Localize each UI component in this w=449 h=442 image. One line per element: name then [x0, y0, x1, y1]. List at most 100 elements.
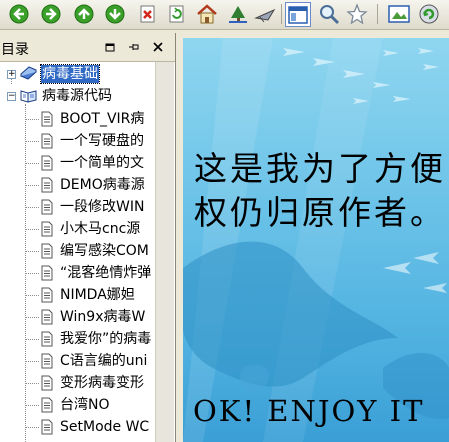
tree-item-child[interactable]: 编写感染COM [0, 240, 155, 262]
document-icon [41, 287, 53, 303]
settings-button[interactable] [418, 3, 440, 25]
document-icon [41, 177, 53, 193]
picture-button[interactable] [388, 3, 410, 25]
tree-item-child[interactable]: 变形病毒变形 [0, 372, 155, 394]
document-icon [41, 243, 53, 259]
tree-item-child[interactable]: “混客绝情炸弹 [0, 262, 155, 284]
close-icon[interactable] [152, 41, 164, 53]
pin-icon[interactable] [128, 41, 140, 53]
tree-item-virus-source[interactable]: − 病毒源代码 [0, 85, 155, 107]
home-button[interactable] [196, 3, 218, 25]
vertical-scrollbar[interactable] [155, 62, 174, 442]
down-button[interactable] [104, 3, 126, 25]
tree-line [25, 295, 39, 296]
document-icon [41, 265, 53, 281]
tree-item-child[interactable]: 一段修改WIN [0, 196, 155, 218]
sidebar: 目录 + 病毒基础 − 病毒源代码 BOOT_VIR病 一个写硬盘的 一个简单的… [0, 33, 176, 442]
tree-line [25, 361, 39, 362]
tree-item-child[interactable]: Win9x病毒W [0, 306, 155, 328]
up-icon [74, 4, 94, 24]
refresh-button[interactable] [166, 3, 188, 25]
back-button[interactable] [8, 3, 30, 25]
tree-item-child[interactable]: 台湾NO [0, 394, 155, 416]
tree-item-label: SetMode WC [60, 419, 150, 435]
tree-line [25, 251, 39, 252]
collapse-icon[interactable]: − [7, 92, 16, 101]
forward-icon [41, 4, 61, 24]
tree-item-label: 病毒基础 [40, 64, 100, 84]
tree-item-label: BOOT_VIR病 [60, 111, 145, 127]
sidebar-header: 目录 [0, 33, 175, 62]
tree-item-child[interactable]: C语言编的uni [0, 350, 155, 372]
tree-item-child[interactable]: SetMode WC [0, 416, 155, 438]
expand-icon[interactable]: + [7, 70, 16, 79]
document-icon [41, 221, 53, 237]
search-icon [320, 5, 340, 25]
tree-line [25, 141, 39, 142]
tree-button[interactable] [227, 3, 249, 25]
tree-icon [229, 6, 247, 23]
tree-item-label: 一段修改WIN [60, 199, 145, 215]
search-button[interactable] [318, 3, 340, 25]
document-icon [41, 419, 53, 435]
tree-item-child[interactable]: DEMO病毒源 [0, 174, 155, 196]
tree-line [25, 163, 39, 164]
tree-item-label: 一个简单的文 [60, 155, 144, 171]
tree-line [25, 405, 39, 406]
forward-button[interactable] [40, 3, 62, 25]
tree-item-child[interactable]: 小木马cnc源 [0, 218, 155, 240]
tree-item-child[interactable]: 一个简单的文 [0, 152, 155, 174]
refresh-icon [169, 5, 184, 23]
tree-item-label: NIMDA娜妲 [60, 287, 135, 303]
toolbar [0, 0, 449, 30]
back-icon [9, 4, 29, 24]
tree-item-virus-basics[interactable]: + 病毒基础 [0, 63, 155, 85]
contents-icon [288, 5, 308, 24]
tree-item-child[interactable]: 一个写硬盘的 [0, 130, 155, 152]
home-icon [197, 4, 217, 24]
document-icon [41, 375, 53, 391]
document-icon [41, 199, 53, 215]
book-icon [20, 66, 37, 80]
tree-view: + 病毒基础 − 病毒源代码 BOOT_VIR病 一个写硬盘的 一个简单的文 D… [0, 62, 155, 442]
stop-button[interactable] [137, 3, 159, 25]
content-text-line-2: 权仍归原作者。 [194, 193, 446, 232]
tree-item-child[interactable]: NIMDA娜妲 [0, 284, 155, 306]
restore-icon[interactable] [104, 41, 116, 53]
tree-item-label: DEMO病毒源 [60, 177, 145, 193]
ocean-fish-background [183, 38, 449, 442]
tree-item-label: 我爱你”的病毒 [60, 331, 152, 347]
toolbar-separator [281, 4, 282, 24]
tree-line [25, 229, 39, 230]
tree-line [25, 339, 39, 340]
document-icon [41, 133, 53, 149]
document-icon [41, 111, 53, 127]
down-icon [105, 4, 125, 24]
tree-item-child[interactable]: BOOT_VIR病 [0, 108, 155, 130]
document-icon [41, 353, 53, 369]
stop-icon [140, 5, 155, 23]
content-pane: 这是我为了方便 权仍归原作者。 OK! ENJOY IT [183, 38, 449, 442]
tree-item-label: 变形病毒变形 [60, 375, 144, 391]
tree-item-child[interactable]: 我爱你”的病毒 [0, 328, 155, 350]
document-icon [41, 397, 53, 413]
tree-line [25, 185, 39, 186]
tree-item-label: 编写感染COM [60, 243, 149, 259]
toolbar-separator [377, 4, 378, 24]
tree-item-label: C语言编的uni [60, 353, 148, 369]
tree-item-label: Win9x病毒W [60, 309, 146, 325]
plane-button[interactable] [254, 3, 276, 25]
up-button[interactable] [73, 3, 95, 25]
contents-button[interactable] [285, 2, 311, 27]
tree-line [25, 119, 39, 120]
favorites-button[interactable] [346, 3, 368, 25]
document-icon [41, 155, 53, 171]
tree-item-label: 病毒源代码 [42, 88, 112, 104]
favorites-icon [346, 3, 368, 25]
content-footer-text: OK! ENJOY IT [193, 394, 425, 428]
document-icon [41, 331, 53, 347]
picture-icon [388, 5, 410, 23]
sidebar-title: 目录 [1, 42, 29, 58]
tree-item-label: 一个写硬盘的 [60, 133, 144, 149]
tree-item-label: 小木马cnc源 [60, 221, 141, 237]
